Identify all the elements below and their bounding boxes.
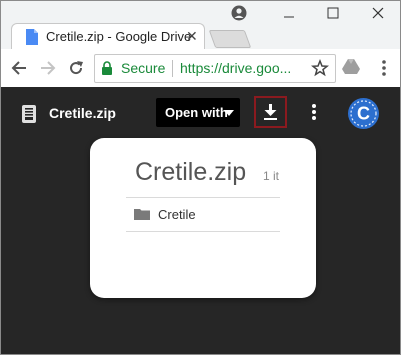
reload-icon[interactable] (67, 59, 85, 77)
more-options-icon[interactable] (311, 103, 317, 121)
new-tab-button[interactable] (208, 30, 252, 48)
secure-label: Secure (121, 60, 166, 76)
caret-down-icon (224, 110, 234, 116)
back-arrow-icon[interactable] (10, 59, 28, 77)
profile-icon[interactable] (231, 5, 247, 21)
browser-menu-icon[interactable] (381, 59, 387, 77)
url-text[interactable]: https://drive.goo... (180, 60, 291, 76)
avatar-letter: C (357, 104, 370, 124)
tab-close-icon[interactable]: ✕ (186, 27, 198, 45)
item-count: 1 it (263, 169, 280, 183)
maximize-icon[interactable] (327, 7, 339, 19)
document-icon (26, 29, 38, 45)
open-with-button[interactable]: Open with (156, 98, 240, 127)
omnibox-divider (172, 60, 173, 77)
folder-name: Cretile (158, 207, 196, 222)
folder-icon (134, 209, 150, 220)
avatar[interactable]: C (348, 98, 379, 129)
drive-extension-icon[interactable] (342, 59, 360, 75)
tab-strip: Cretile.zip - Google Drive ✕ (1, 1, 400, 50)
tab-title: Cretile.zip - Google Drive (46, 29, 192, 44)
file-title: Cretile.zip (49, 105, 116, 121)
download-button[interactable] (254, 96, 287, 128)
bookmark-star-icon[interactable] (311, 59, 329, 77)
divider (126, 231, 280, 232)
minimize-icon[interactable] (283, 7, 295, 19)
window-close-icon[interactable] (372, 7, 384, 19)
address-bar[interactable]: Secure https://drive.goo... (94, 54, 336, 83)
lock-icon (102, 61, 112, 75)
download-icon (264, 104, 277, 120)
tab-drive[interactable]: Cretile.zip - Google Drive ✕ (11, 23, 205, 50)
archive-contents-card: Cretile.zip 1 it Cretile (90, 138, 316, 298)
browser-toolbar: Secure https://drive.goo... (1, 49, 400, 88)
open-with-label: Open with (165, 105, 228, 120)
forward-arrow-icon[interactable] (39, 59, 57, 77)
archive-file-icon (22, 105, 36, 123)
list-item[interactable]: Cretile (126, 198, 280, 231)
archive-title: Cretile.zip (135, 158, 247, 186)
browser-window: Cretile.zip - Google Drive ✕ Secure http… (0, 0, 401, 355)
